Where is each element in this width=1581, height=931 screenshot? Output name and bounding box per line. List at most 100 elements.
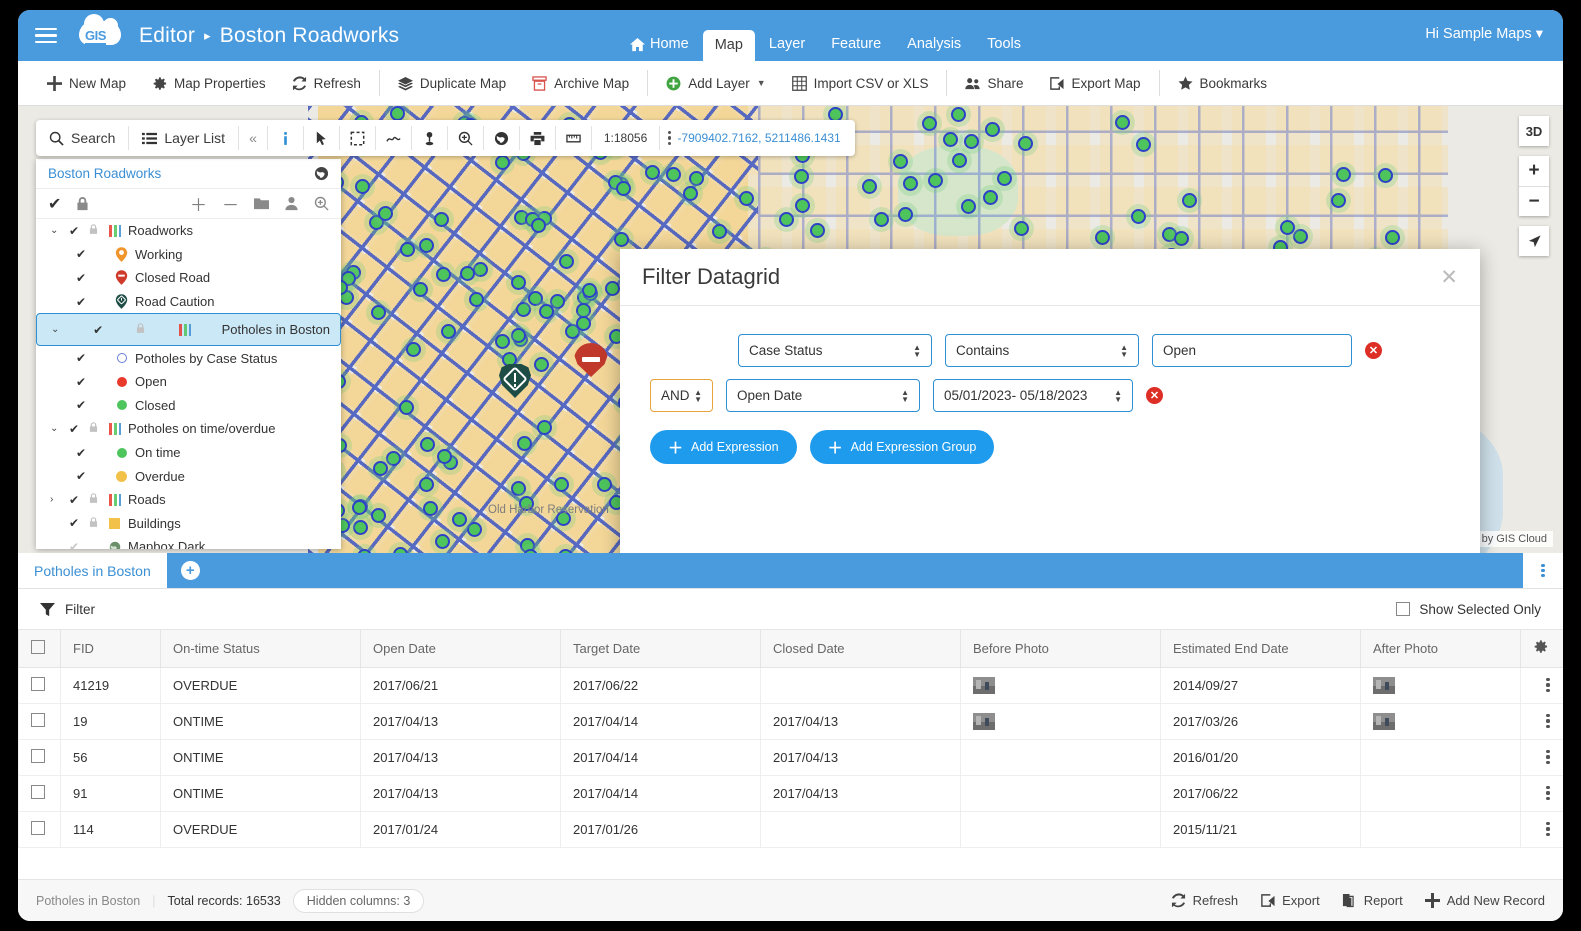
pothole-point[interactable] (434, 212, 449, 227)
after-photo-thumbnail[interactable] (1373, 713, 1395, 730)
date-range-select-2[interactable]: 05/01/2023- 05/18/2023 ▲▼ (933, 379, 1133, 412)
pothole-point[interactable] (1331, 193, 1346, 208)
pothole-point[interactable] (437, 449, 452, 464)
layer-row[interactable]: ✔Working (36, 243, 341, 267)
nav-tab-analysis[interactable]: Analysis (895, 29, 973, 61)
layer-visibility-checkbox[interactable]: ✔ (76, 271, 89, 285)
layer-expander-icon[interactable]: › (50, 494, 63, 505)
pothole-point[interactable] (903, 176, 918, 191)
pothole-point[interactable] (386, 451, 401, 466)
add-layer-icon[interactable]: ＋ (190, 191, 207, 216)
nav-tab-home[interactable]: Home (618, 29, 701, 61)
show-selected-only-control[interactable]: Show Selected Only (1396, 602, 1541, 617)
pothole-point[interactable] (400, 242, 415, 257)
new-map-button[interactable]: New Map (34, 68, 139, 98)
row-select-cell[interactable] (19, 811, 61, 847)
layer-expander-icon[interactable]: ⌄ (51, 324, 64, 335)
pothole-point[interactable] (534, 357, 549, 372)
table-row[interactable]: 41219OVERDUE2017/06/212017/06/222014/09/… (19, 667, 1564, 703)
pointer-tool-button[interactable] (304, 120, 339, 156)
pothole-point[interactable] (666, 167, 681, 182)
layer-expander-icon[interactable]: ⌄ (50, 225, 63, 236)
status-report-button[interactable]: Report (1342, 893, 1403, 908)
nav-tab-layer[interactable]: Layer (757, 29, 817, 61)
nav-tab-feature[interactable]: Feature (819, 29, 893, 61)
pothole-point[interactable] (951, 107, 966, 122)
row-menu-icon[interactable] (1533, 714, 1563, 728)
lock-icon[interactable] (88, 516, 99, 528)
locate-button[interactable] (1519, 226, 1549, 256)
select-box-tool-button[interactable] (340, 120, 375, 156)
pothole-point[interactable] (893, 154, 908, 169)
map-viewport[interactable]: Holiday In Old Harbor Reservation Search… (18, 106, 1563, 553)
pothole-point[interactable] (997, 171, 1012, 186)
table-row[interactable]: 91ONTIME2017/04/132017/04/142017/04/1320… (19, 775, 1564, 811)
lock-icon[interactable] (88, 492, 99, 504)
pothole-point[interactable] (1018, 136, 1033, 151)
pothole-point[interactable] (874, 212, 889, 227)
remove-expression-1-icon[interactable]: ✕ (1365, 342, 1382, 359)
pothole-point[interactable] (467, 522, 482, 537)
bookmarks-button[interactable]: Bookmarks (1165, 68, 1281, 98)
pothole-point[interactable] (406, 342, 421, 357)
row-checkbox[interactable] (31, 785, 45, 799)
layer-visibility-checkbox[interactable]: ✔ (69, 540, 82, 549)
globe-icon[interactable] (314, 166, 329, 181)
lock-icon[interactable] (75, 196, 90, 211)
value-input-1[interactable]: Open (1152, 334, 1352, 367)
pothole-point[interactable] (614, 232, 629, 247)
pothole-point[interactable] (353, 520, 368, 535)
row-menu-icon[interactable] (1533, 822, 1563, 836)
layer-row[interactable]: ✔Overdue (36, 464, 341, 488)
layer-row[interactable]: ⌄✔Potholes in Boston (36, 313, 341, 346)
pothole-point[interactable] (582, 283, 597, 298)
import-csv-button[interactable]: Import CSV or XLS (779, 68, 942, 98)
table-row[interactable]: 56ONTIME2017/04/132017/04/142017/04/1320… (19, 739, 1564, 775)
col-after-photo[interactable]: After Photo (1361, 630, 1521, 667)
pothole-point[interactable] (1378, 168, 1393, 183)
pothole-point[interactable] (1280, 220, 1295, 235)
layer-row[interactable]: ⌄✔Roadworks (36, 219, 341, 243)
layer-row[interactable]: ⌄✔Potholes on time/overdue (36, 417, 341, 441)
before-photo-thumbnail[interactable] (973, 677, 995, 694)
pothole-point[interactable] (371, 305, 386, 320)
row-select-cell[interactable] (19, 739, 61, 775)
pothole-point[interactable] (495, 334, 510, 349)
nav-tab-tools[interactable]: Tools (975, 29, 1033, 61)
closed-road-marker[interactable] (574, 343, 608, 387)
filter-button[interactable]: Filter (40, 602, 95, 617)
table-row[interactable]: 19ONTIME2017/04/132017/04/142017/04/1320… (19, 703, 1564, 739)
cell-row-menu[interactable] (1521, 667, 1564, 703)
map-properties-button[interactable]: Map Properties (139, 68, 279, 98)
logic-select-2[interactable]: AND ▲▼ (650, 379, 713, 412)
folder-icon[interactable] (254, 196, 269, 211)
layer-row[interactable]: ✔Closed (36, 394, 341, 418)
pothole-point[interactable] (537, 420, 552, 435)
pothole-point[interactable] (371, 508, 386, 523)
add-new-record-button[interactable]: Add New Record (1425, 893, 1545, 908)
pothole-point[interactable] (739, 191, 754, 206)
datagrid-tab-potholes[interactable]: Potholes in Boston (18, 553, 167, 588)
pothole-point[interactable] (511, 481, 526, 496)
pothole-point[interactable] (352, 500, 367, 515)
select-all-checkbox[interactable] (31, 640, 45, 654)
layer-lock-icon[interactable] (88, 492, 101, 507)
row-menu-icon[interactable] (1533, 750, 1563, 764)
add-layer-button[interactable]: Add Layer ▼ (653, 68, 778, 98)
cell-row-menu[interactable] (1521, 775, 1564, 811)
pothole-point[interactable] (810, 223, 825, 238)
pothole-point[interactable] (373, 461, 388, 476)
after-photo-thumbnail[interactable] (1373, 677, 1395, 694)
pothole-point[interactable] (1095, 230, 1110, 245)
pothole-point[interactable] (985, 122, 1000, 137)
close-icon[interactable]: ✕ (1440, 265, 1458, 290)
remove-expression-2-icon[interactable]: ✕ (1146, 387, 1163, 404)
pothole-point[interactable] (779, 212, 794, 227)
row-checkbox[interactable] (31, 677, 45, 691)
add-tab-button[interactable]: + (181, 561, 200, 580)
pothole-point[interactable] (645, 165, 660, 180)
collapse-button[interactable]: « (239, 120, 267, 156)
layer-visibility-checkbox[interactable]: ✔ (76, 375, 89, 389)
zoom-in-button[interactable]: + (1519, 156, 1549, 186)
pothole-point[interactable] (519, 496, 534, 511)
